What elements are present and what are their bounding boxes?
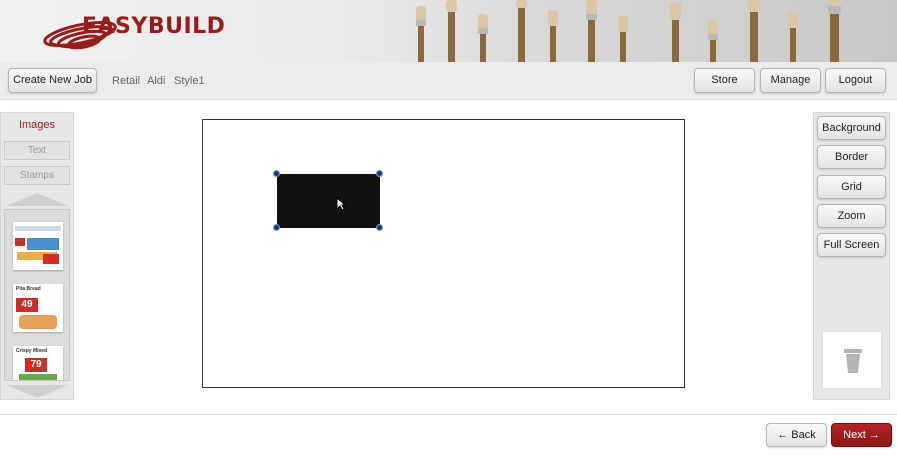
- trash-drop-zone[interactable]: [822, 331, 882, 389]
- create-new-job-button[interactable]: Create New Job: [8, 68, 97, 93]
- full-screen-button[interactable]: Full Screen: [817, 233, 886, 257]
- next-button[interactable]: Next →: [831, 423, 892, 447]
- thumbnail-title: Pita Bread: [16, 286, 41, 292]
- flyer-thumbnail-1[interactable]: [13, 222, 63, 270]
- paint-brushes-image: [416, 0, 841, 62]
- tab-stamps[interactable]: Stamps: [4, 166, 70, 185]
- header-banner: EASYBUILD: [0, 0, 897, 62]
- resize-handle-bottom-right[interactable]: [376, 224, 383, 231]
- thumbnail-title: Crispy Mixed: [16, 348, 48, 354]
- resize-handle-top-left[interactable]: [273, 170, 280, 177]
- grid-button[interactable]: Grid: [817, 175, 886, 199]
- mouse-cursor-icon: [336, 197, 346, 211]
- trash-can-icon: [844, 349, 862, 373]
- selected-rectangle-shape[interactable]: [277, 174, 380, 228]
- manage-button[interactable]: Manage: [760, 68, 821, 93]
- breadcrumb-aldi[interactable]: Aldi: [147, 75, 165, 87]
- breadcrumb-retail[interactable]: Retail: [112, 75, 140, 87]
- zoom-button[interactable]: Zoom: [817, 204, 886, 228]
- logout-button[interactable]: Logout: [825, 68, 886, 93]
- asset-panel: Images Text Stamps Pita Bread 49 Crispy …: [0, 112, 74, 400]
- breadcrumb-style1[interactable]: Style1: [174, 75, 205, 87]
- thumbnail-price: 79: [25, 358, 47, 372]
- flyer-thumbnail-pita-bread[interactable]: Pita Bread 49: [13, 284, 63, 332]
- scroll-up-arrow-icon[interactable]: [6, 193, 68, 206]
- resize-handle-top-right[interactable]: [376, 170, 383, 177]
- app-root: EASYBUILD Create New Job Retail Aldi Sty…: [0, 0, 897, 456]
- thumbnail-list: Pita Bread 49 Crispy Mixed 79: [4, 209, 70, 381]
- background-button[interactable]: Background: [817, 116, 886, 140]
- store-button[interactable]: Store: [694, 68, 755, 93]
- border-button[interactable]: Border: [817, 145, 886, 169]
- tab-text[interactable]: Text: [4, 141, 70, 160]
- brand-name: EASYBUILD: [82, 14, 226, 39]
- tab-images[interactable]: Images: [4, 117, 70, 136]
- thumbnail-price: 49: [16, 298, 38, 312]
- footer-divider: [0, 414, 897, 415]
- tools-panel: Background Border Grid Zoom Full Screen: [813, 112, 890, 400]
- resize-handle-bottom-left[interactable]: [273, 224, 280, 231]
- top-toolbar: Create New Job Retail Aldi Style1 Store …: [0, 62, 897, 100]
- back-button[interactable]: ← Back: [766, 423, 827, 447]
- flyer-thumbnail-crispy-mixed[interactable]: Crispy Mixed 79: [13, 346, 63, 380]
- scroll-down-arrow-icon[interactable]: [6, 385, 68, 398]
- design-canvas[interactable]: [202, 119, 685, 388]
